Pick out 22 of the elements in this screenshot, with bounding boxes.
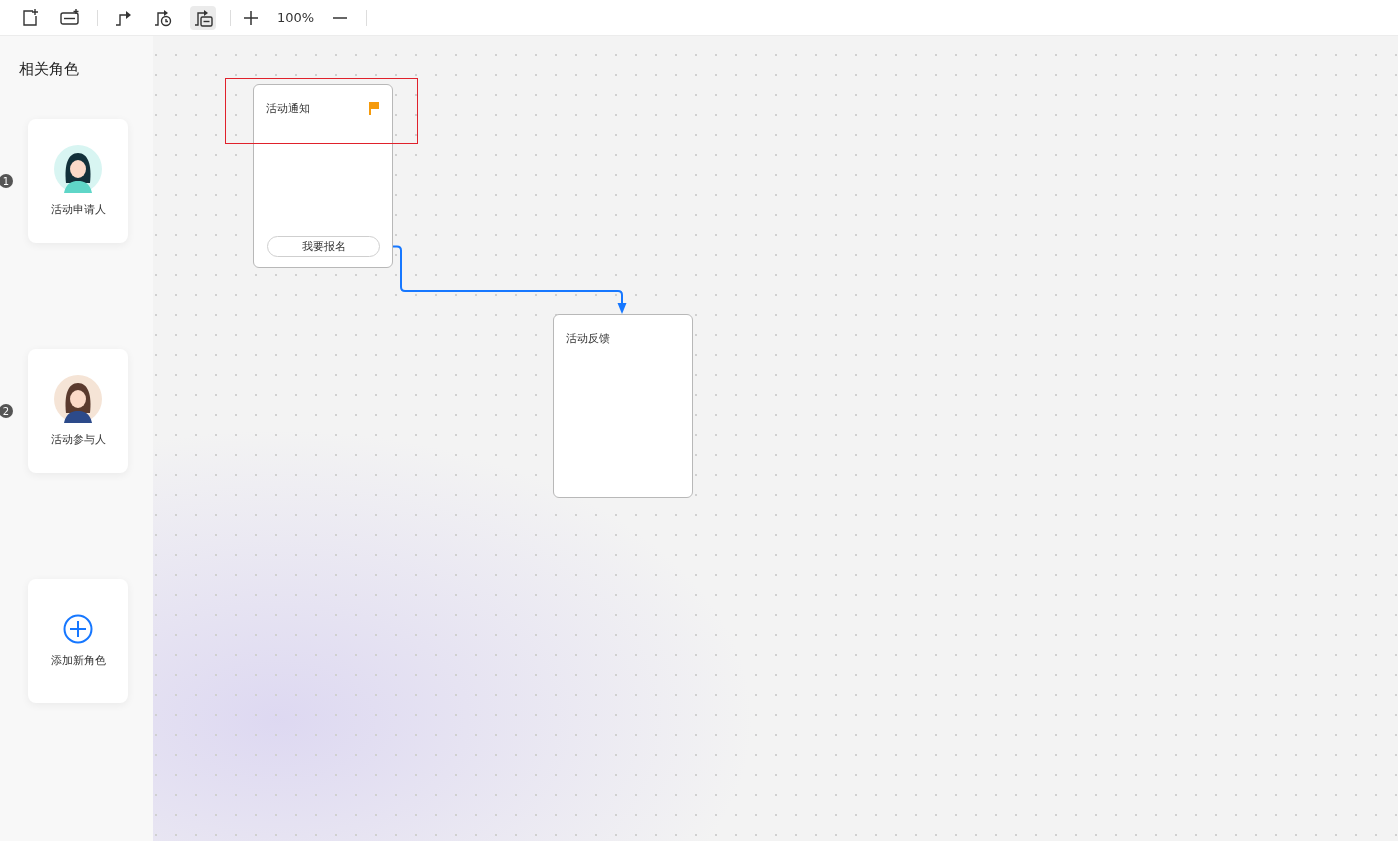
role-name: 活动申请人 — [50, 202, 106, 217]
role-number: 2 — [0, 404, 13, 418]
node-title: 活动反馈 — [566, 331, 610, 346]
timed-link-icon — [153, 7, 173, 28]
zoom-level: 100% — [277, 10, 315, 25]
toolbar-button[interactable] — [190, 5, 216, 30]
add-role-card[interactable]: 添加新角色 — [28, 579, 128, 703]
flow-node[interactable]: 活动反馈 — [553, 314, 693, 498]
role-number: 1 — [0, 174, 13, 188]
add-button-icon — [60, 7, 80, 28]
node-action-button[interactable]: 我要报名 — [267, 236, 380, 257]
button-link-icon — [193, 7, 213, 28]
role-card[interactable]: 活动参与人 — [28, 349, 128, 473]
zoom-in-icon[interactable] — [243, 9, 259, 26]
add-node-icon — [20, 7, 40, 28]
node-title: 活动通知 — [266, 101, 310, 116]
add-circle-icon — [63, 614, 93, 644]
flow-node[interactable]: 活动通知 我要报名 — [253, 84, 393, 268]
role-card[interactable]: 活动申请人 — [28, 119, 128, 243]
add-role-label: 添加新角色 — [50, 653, 106, 668]
sidebar-title: 相关角色 — [19, 60, 80, 79]
role-name: 活动参与人 — [50, 432, 106, 447]
